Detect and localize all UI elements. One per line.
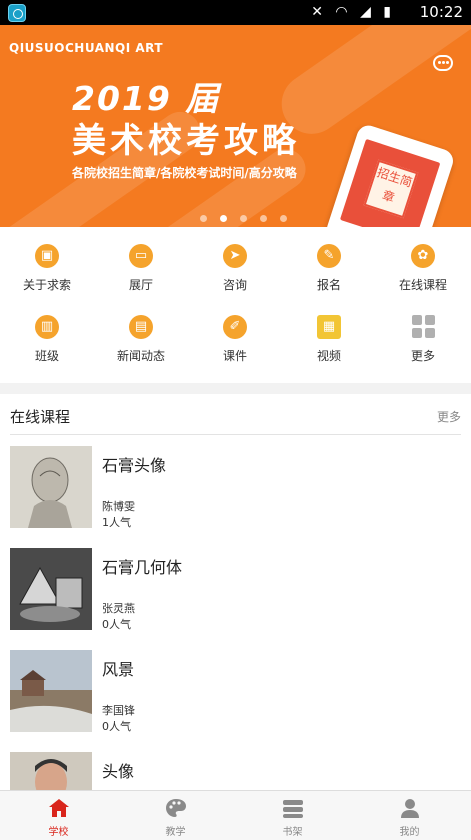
course-thumbnail-landscape: [10, 650, 92, 732]
tab-label: 书架: [282, 827, 303, 838]
course-name: 石膏几何体: [102, 558, 183, 577]
signup-icon: ✎: [317, 244, 341, 268]
divider: [10, 434, 461, 435]
menu-label: 在线课程: [398, 278, 447, 292]
status-bar: ✕ ◠ ◢ ▮ 10:22: [0, 0, 471, 25]
online-courses-section: 在线课程 更多 石膏头像 陈博雯 1人气 石膏几何体 张灵燕 0人气 风景 李国…: [0, 394, 471, 790]
tab-label: 我的: [399, 827, 420, 838]
carousel-dot[interactable]: [280, 215, 288, 222]
bottom-tab-bar: 学校 教学 书架 我的: [0, 790, 471, 840]
course-item[interactable]: 风景 李国锋 0人气: [10, 650, 461, 734]
tab-school[interactable]: 学校: [0, 791, 117, 840]
courseware-icon: ✐: [223, 315, 247, 339]
menu-item-consult[interactable]: ➤ 咨询: [188, 244, 282, 293]
tab-label: 学校: [48, 827, 69, 838]
tab-teaching[interactable]: 教学: [117, 791, 234, 840]
online-course-icon: ✿: [411, 244, 435, 268]
course-popularity: 1人气: [102, 516, 131, 529]
menu-label: 班级: [34, 349, 59, 363]
course-thumbnail-plaster-geometry: [10, 548, 92, 630]
course-item[interactable]: 石膏几何体 张灵燕 0人气: [10, 548, 461, 632]
menu-item-video[interactable]: ▦ 视频: [282, 315, 376, 364]
phone-illustration: 招生简章: [323, 122, 457, 227]
promo-banner[interactable]: QIUSUOCHUANQI ART 2019 届 美术校考攻略 各院校招生简章/…: [0, 25, 471, 227]
course-item[interactable]: 头像: [10, 752, 461, 790]
course-popularity: 0人气: [102, 720, 131, 733]
phone-sign: 招生简章: [363, 159, 419, 219]
menu-item-news[interactable]: ▤ 新闻动态: [94, 315, 188, 364]
gallery-icon: ▭: [129, 244, 153, 268]
menu-label: 展厅: [128, 278, 153, 292]
carousel-dot[interactable]: [260, 215, 268, 222]
menu-item-class[interactable]: ▥ 班级: [0, 315, 94, 364]
course-item[interactable]: 石膏头像 陈博雯 1人气: [10, 446, 461, 530]
course-thumbnail-plaster-head: [10, 446, 92, 528]
menu-label: 课件: [222, 349, 247, 363]
menu-item-more[interactable]: 更多: [376, 315, 470, 364]
menu-label: 视频: [316, 349, 341, 363]
status-icons: ✕ ◠ ◢ ▮: [311, 4, 395, 20]
menu-item-signup[interactable]: ✎ 报名: [282, 244, 376, 293]
tab-mine[interactable]: 我的: [351, 791, 468, 840]
menu-label: 报名: [316, 278, 341, 292]
course-name: 头像: [102, 762, 135, 781]
menu-label: 新闻动态: [116, 349, 165, 363]
home-icon: [48, 799, 69, 817]
palette-icon: [165, 799, 186, 817]
carousel-dots[interactable]: [200, 207, 295, 226]
course-teacher: 李国锋: [102, 704, 135, 717]
tab-label: 教学: [165, 827, 186, 838]
menu-item-gallery[interactable]: ▭ 展厅: [94, 244, 188, 293]
video-icon: ▦: [317, 315, 341, 339]
about-icon: ▣: [35, 244, 59, 268]
menu-label: 咨询: [222, 278, 247, 292]
carousel-dot[interactable]: [240, 215, 248, 222]
tab-bookshelf[interactable]: 书架: [234, 791, 351, 840]
class-icon: ▥: [35, 315, 59, 339]
user-icon: [400, 799, 419, 818]
menu-item-online-course[interactable]: ✿ 在线课程: [376, 244, 470, 293]
course-popularity: 0人气: [102, 618, 131, 631]
course-name: 风景: [102, 660, 135, 679]
more-link[interactable]: 更多: [437, 408, 461, 425]
menu-item-courseware[interactable]: ✐ 课件: [188, 315, 282, 364]
banner-title: 美术校考攻略: [72, 121, 300, 161]
course-name: 石膏头像: [102, 456, 167, 475]
feature-menu: ▣ 关于求索 ▭ 展厅 ➤ 咨询 ✎ 报名 ✿ 在线课程 ▥ 班级 ▤ 新闻动态…: [0, 227, 471, 383]
course-teacher: 陈博雯: [102, 500, 135, 513]
app-notification-icon: [8, 4, 26, 22]
message-icon[interactable]: [433, 55, 453, 71]
menu-item-about[interactable]: ▣ 关于求索: [0, 244, 94, 293]
section-title: 在线课程: [10, 408, 71, 426]
banner-subtitle: 各院校招生简章/各院校考试时间/高分攻略: [72, 166, 297, 180]
more-grid-icon: [411, 315, 435, 339]
course-teacher: 张灵燕: [102, 602, 135, 615]
status-time: 10:22: [419, 3, 463, 21]
menu-label: 更多: [410, 349, 435, 363]
course-thumbnail-portrait: [10, 752, 92, 790]
menu-label: 关于求索: [22, 278, 71, 292]
news-icon: ▤: [129, 315, 153, 339]
carousel-dot-active[interactable]: [220, 215, 228, 222]
carousel-dot[interactable]: [200, 215, 207, 222]
bookshelf-icon: [282, 800, 303, 818]
consult-icon: ➤: [223, 244, 247, 268]
banner-brand: QIUSUOCHUANQI ART: [9, 41, 164, 55]
